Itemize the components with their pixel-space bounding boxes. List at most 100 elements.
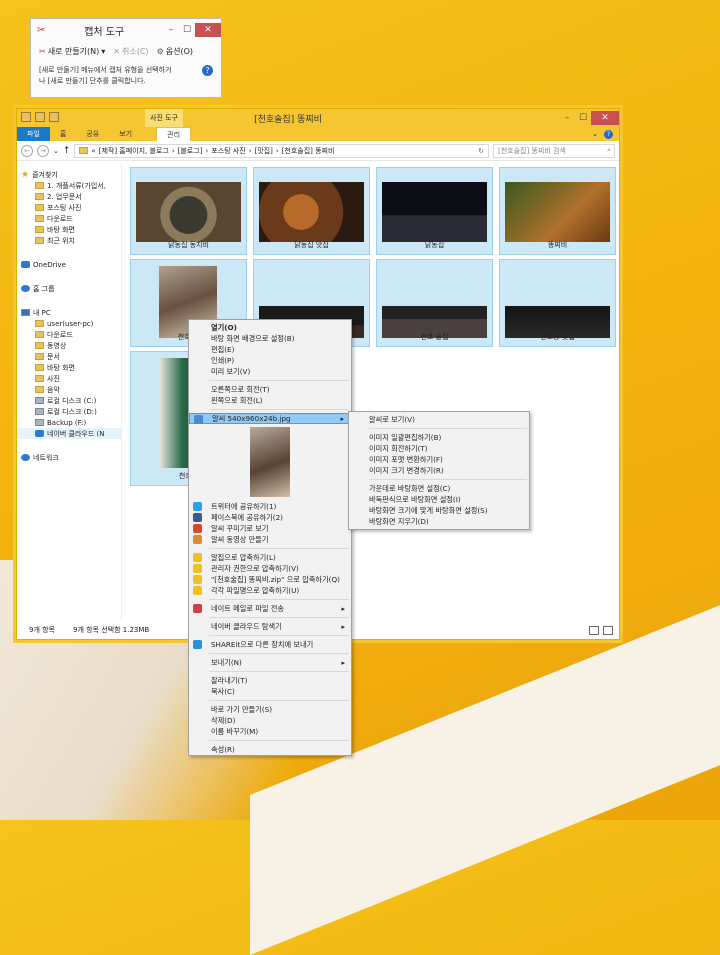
sidebar-item[interactable]: 바탕 화면 <box>17 224 121 235</box>
menu-item[interactable]: 인쇄(P) <box>189 355 351 366</box>
help-icon[interactable]: ? <box>202 65 213 76</box>
menu-item[interactable]: 알씨 동영상 만들기 <box>189 534 351 545</box>
menu-item[interactable]: 잘라내기(T) <box>189 675 351 686</box>
breadcrumb-item[interactable]: [맛집] <box>255 146 273 156</box>
sidebar-item[interactable]: 네트워크 <box>17 452 121 463</box>
sidebar-item[interactable]: OneDrive <box>17 259 121 270</box>
properties-icon[interactable] <box>35 112 45 122</box>
sidebar-item[interactable]: 내 PC <box>17 307 121 318</box>
sidebar-item[interactable]: 문서 <box>17 351 121 362</box>
sidebar-item[interactable]: 바탕 화면 <box>17 362 121 373</box>
menu-item[interactable]: 네이트 메일로 파일 전송 ▸ <box>189 603 351 614</box>
new-snip-button[interactable]: ✂ 새로 만들기(N) ▾ <box>39 46 105 57</box>
tab-view[interactable]: 보기 <box>109 127 142 141</box>
minimize-button[interactable]: – <box>163 23 179 37</box>
file-tile[interactable]: 닭동집 동지비 <box>130 167 247 255</box>
maximize-button[interactable]: ☐ <box>179 23 195 37</box>
menu-item[interactable]: 열기(O) <box>189 322 351 333</box>
menu-item[interactable]: 보내기(N) ▸ <box>189 657 351 668</box>
file-tile[interactable]: 닭동집 맛집 <box>253 167 370 255</box>
sidebar-item[interactable]: 홈 그룹 <box>17 283 121 294</box>
breadcrumb-item[interactable]: [제작] 홈페이지, 블로그 <box>99 146 169 156</box>
breadcrumb-item[interactable]: « <box>91 147 95 155</box>
menu-item-label: 이미지 회전하기(T) <box>369 443 428 453</box>
forward-button[interactable]: → <box>37 144 49 157</box>
menu-item[interactable]: 알씨 540x960x24b.jpg ▸ <box>189 413 351 424</box>
maximize-button[interactable]: ☐ <box>575 111 591 125</box>
cancel-button[interactable]: ✕ 취소(C) <box>113 46 148 57</box>
sidebar-item[interactable]: 네이버 클라우드 (N <box>17 428 121 439</box>
breadcrumb-item[interactable]: [천호술집] 똥찌비 <box>282 146 335 156</box>
sidebar-item[interactable]: 포스팅 사진 <box>17 202 121 213</box>
sidebar-item[interactable]: 사진 <box>17 373 121 384</box>
tab-manage[interactable]: 관리 <box>156 127 192 141</box>
menu-item[interactable]: 복사(C) <box>189 686 351 697</box>
menu-item[interactable]: "[천호술집] 똥찌비.zip" 으로 압축하기(Q) <box>189 574 351 585</box>
sidebar-item[interactable]: 로컬 디스크 (D:) <box>17 406 121 417</box>
menu-item[interactable]: SHAREit으로 다른 장치에 보내기 <box>189 639 351 650</box>
menu-item[interactable]: 바탕화면 크기에 맞게 바탕화면 설정(S) <box>349 505 529 516</box>
minimize-button[interactable]: – <box>559 111 575 125</box>
details-view-icon[interactable] <box>589 625 599 635</box>
menu-item[interactable]: 이미지 포맷 변환하기(F) <box>349 454 529 465</box>
tab-file[interactable]: 파일 <box>17 127 50 141</box>
close-button[interactable]: ✕ <box>591 111 619 125</box>
sidebar-item[interactable]: 최근 위치 <box>17 235 121 246</box>
menu-item[interactable]: 속성(R) <box>189 744 351 755</box>
menu-item[interactable]: 트위터에 공유하기(1) <box>189 501 351 512</box>
menu-item[interactable]: 왼쪽으로 회전(L) <box>189 395 351 406</box>
menu-item[interactable]: 이미지 일괄편집하기(B) <box>349 432 529 443</box>
menu-item[interactable]: 미리 보기(V) <box>189 366 351 377</box>
sidebar-item[interactable]: 음악 <box>17 384 121 395</box>
menu-item[interactable]: 이미지 회전하기(T) <box>349 443 529 454</box>
sidebar-item[interactable]: 2. 업무문서 <box>17 191 121 202</box>
back-button[interactable]: ← <box>21 144 33 157</box>
folder-icon[interactable] <box>21 112 31 122</box>
menu-item[interactable]: 알씨로 보기(V) <box>349 414 529 425</box>
menu-item[interactable]: 오른쪽으로 회전(T) <box>189 384 351 395</box>
sidebar-item[interactable]: 다운로드 <box>17 213 121 224</box>
menu-item[interactable]: 바탕 화면 배경으로 설정(B) <box>189 333 351 344</box>
menu-item[interactable]: 바로 가기 만들기(S) <box>189 704 351 715</box>
sidebar-item[interactable]: 1. 개플서류(가입서, <box>17 180 121 191</box>
menu-item[interactable]: 삭제(D) <box>189 715 351 726</box>
file-tile[interactable]: 천호 술집 <box>376 259 493 347</box>
chevron-down-icon[interactable]: ⌄ <box>592 130 598 138</box>
help-icon[interactable]: ? <box>604 129 613 139</box>
menu-item[interactable]: 네이버 클라우드 탐색기 ▸ <box>189 621 351 632</box>
sidebar-item[interactable]: user(user-pc) <box>17 318 121 329</box>
menu-item[interactable]: 알집으로 압축하기(L) <box>189 552 351 563</box>
file-tile[interactable]: 닭동집 <box>376 167 493 255</box>
tab-home[interactable]: 홈 <box>50 127 76 141</box>
large-icons-view-icon[interactable] <box>603 625 613 635</box>
options-button[interactable]: ⚙ 옵션(O) <box>157 46 193 57</box>
menu-item[interactable]: 이름 바꾸기(M) <box>189 726 351 737</box>
breadcrumb[interactable]: « [제작] 홈페이지, 블로그 › [블로그] › 포스팅 사진 › [맛집] › [… <box>74 143 489 158</box>
close-button[interactable]: ✕ <box>195 23 221 37</box>
sidebar-item[interactable]: Backup (F:) <box>17 417 121 428</box>
file-tile[interactable]: 똥찌비 <box>499 167 616 255</box>
breadcrumb-item[interactable]: 포스팅 사진 <box>211 146 245 156</box>
breadcrumb-item[interactable]: [블로그] <box>178 146 203 156</box>
menu-item[interactable]: 바탕화면 지우기(D) <box>349 516 529 527</box>
sidebar-item[interactable]: 동영상 <box>17 340 121 351</box>
search-input[interactable]: [천호술집] 똥찌비 검색 ⌕ <box>493 143 615 158</box>
tab-share[interactable]: 공유 <box>76 127 109 141</box>
menu-item[interactable]: 편집(E) <box>189 344 351 355</box>
menu-item[interactable]: 각각 파일명으로 압축하기(U) <box>189 585 351 596</box>
sidebar-item[interactable]: ★ 즐겨찾기 <box>17 169 121 180</box>
new-folder-icon[interactable] <box>49 112 59 122</box>
file-tile[interactable]: 천호동 맛집 <box>499 259 616 347</box>
up-button[interactable]: ↑ <box>63 146 71 156</box>
menu-item[interactable]: 가운데로 바탕화면 설정(C) <box>349 483 529 494</box>
menu-item[interactable]: 페이스북에 공유하기(2) <box>189 512 351 523</box>
menu-item[interactable]: 바둑판식으로 바탕화면 설정(I) <box>349 494 529 505</box>
recent-locations-icon[interactable]: ⌄ <box>53 147 59 155</box>
sidebar-item[interactable]: 다운로드 <box>17 329 121 340</box>
menu-item[interactable]: 알씨 꾸미기로 보기 <box>189 523 351 534</box>
sidebar-item[interactable]: 로컬 디스크 (C:) <box>17 395 121 406</box>
refresh-icon[interactable]: ↻ <box>478 147 484 155</box>
menu-item[interactable]: 이미지 크기 변경하기(R) <box>349 465 529 476</box>
picture-tools-tab[interactable]: 사진 도구 <box>145 109 183 127</box>
menu-item[interactable]: 관리자 권한으로 압축하기(V) <box>189 563 351 574</box>
